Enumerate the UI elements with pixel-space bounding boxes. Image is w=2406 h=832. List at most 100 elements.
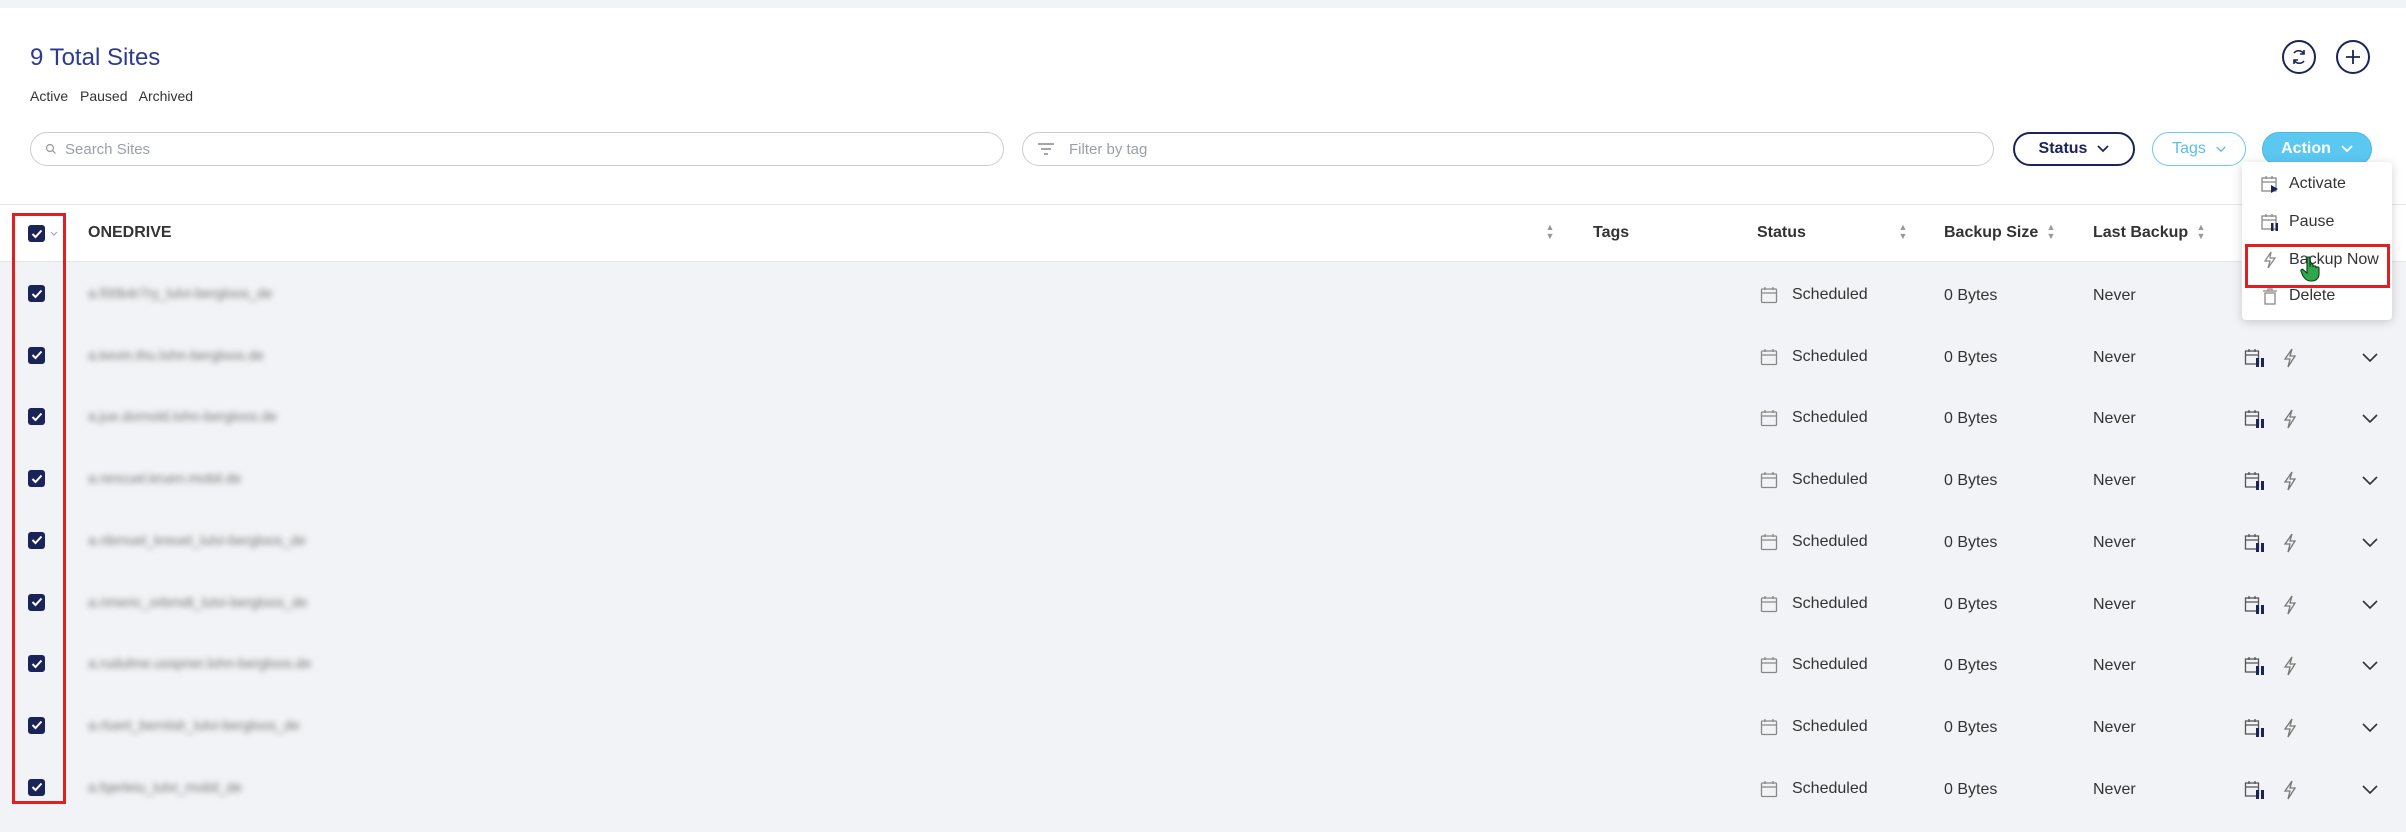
action-dropdown-label: Action [2281,140,2331,157]
site-name[interactable]: a.rudulme.usspner.lohn-bergloos.de [88,655,348,673]
status-text: Scheduled [1792,347,1868,365]
column-header-status[interactable]: Status [1757,224,1806,242]
backup-now-button[interactable] [2282,409,2298,434]
table-row[interactable]: a.f00b4r7ry_lulvi-bergloos_de Scheduled 0 … [0,264,2406,325]
add-site-button[interactable] [2336,40,2370,74]
site-name[interactable]: a.kevin.thu.lohn-bergloos.de [88,347,348,365]
table-row[interactable]: a.rencuel.kruen.mobil.de Scheduled 0 Bytes… [0,449,2406,510]
tags-dropdown-label: Tags [2172,140,2206,157]
row-checkbox[interactable] [28,531,45,549]
chevron-down-icon[interactable] [50,231,58,237]
menu-item-activate[interactable]: Activate [2242,166,2392,202]
checkmark-icon [31,351,42,360]
expand-row-button[interactable] [2362,473,2378,491]
backup-now-button[interactable] [2282,533,2298,558]
table-row[interactable]: a.kevin.thu.lohn-bergloos.de Scheduled 0 B… [0,326,2406,387]
refresh-icon [2293,49,2305,65]
backup-now-button[interactable] [2282,656,2298,681]
row-checkbox[interactable] [28,716,45,734]
backup-now-button[interactable] [2282,471,2298,496]
action-dropdown[interactable]: Action [2262,132,2372,166]
menu-item-label: Pause [2289,213,2335,230]
menu-item-pause[interactable]: Pause [2242,204,2392,240]
search-input[interactable] [63,139,1003,159]
row-checkbox[interactable] [28,285,45,302]
backup-now-button[interactable] [2282,780,2298,805]
checkmark-icon [31,412,42,422]
site-name[interactable]: a.rimeric_orbrndt_lulvi-bergloos_de [88,594,348,612]
row-checkbox[interactable] [28,470,45,488]
column-header-backup-size[interactable]: Backup Size [1944,224,2038,242]
column-header-tags: Tags [1593,224,1630,241]
pause-button[interactable] [2244,471,2266,496]
checkmark-icon [31,659,42,669]
table-row[interactable]: a.nbrnuel_kreuel_lulvi-bergloos_de Schedu… [0,511,2406,572]
table-row[interactable]: a.rimeric_orbrndt_lulvi-bergloos_de Sched… [0,573,2406,634]
table-row[interactable]: a.rluert_bernlstr_lulvi-bergloos_de Sched… [0,696,2406,757]
last-backup: Never [2093,348,2136,366]
backup-size: 0 Bytes [1944,472,1998,490]
sort-icon[interactable]: ▲ ▼ [2196,223,2206,241]
row-checkbox[interactable] [28,408,45,426]
site-name[interactable]: a.rluert_bernlstr_lulvi-bergloos_de [88,717,348,735]
pause-button[interactable] [2244,780,2266,805]
lightning-icon [2283,533,2297,553]
chevron-down-icon [2341,145,2353,153]
site-name[interactable]: a.nbrnuel_kreuel_lulvi-bergloos_de [88,532,348,550]
calendar-icon [1760,657,1778,674]
site-name[interactable]: a.jue.dornold.lohn-bergloos.de [88,408,348,426]
calendar-play-icon [2261,176,2278,193]
filter-icon [1038,143,1054,155]
expand-row-button[interactable] [2362,350,2378,368]
column-header-onedrive[interactable]: ONEDRIVE [88,224,172,242]
filter-active[interactable]: Active [30,88,68,104]
expand-row-button[interactable] [2362,597,2378,615]
calendar-icon [1760,348,1778,365]
select-all-checkbox[interactable] [28,225,45,242]
backup-now-button[interactable] [2282,718,2298,743]
pause-button[interactable] [2244,656,2266,681]
pause-button[interactable] [2244,533,2266,558]
lightning-icon [2283,410,2297,429]
sort-icon[interactable]: ▲ ▼ [2046,223,2056,241]
table-row[interactable]: a.rudulme.usspner.lohn-bergloos.de Schedu… [0,634,2406,695]
expand-row-button[interactable] [2362,411,2378,429]
table-row[interactable]: a.jue.dornold.lohn-bergloos.de Scheduled 0… [0,387,2406,448]
status-dropdown[interactable]: Status [2013,132,2135,166]
status-text: Scheduled [1792,471,1868,489]
lightning-icon [2283,471,2297,491]
tag-filter-input[interactable] [1067,139,1993,159]
search-field[interactable] [30,132,1004,166]
filter-paused[interactable]: Paused [80,88,127,104]
pause-button[interactable] [2244,718,2266,743]
site-name[interactable]: a.rencuel.kruen.mobil.de [88,470,348,488]
expand-row-button[interactable] [2362,782,2378,800]
tag-filter-field[interactable] [1022,132,1994,166]
calendar-icon [1760,595,1778,612]
expand-row-button[interactable] [2362,658,2378,676]
calendar-pause-icon [2244,780,2264,799]
row-checkbox[interactable] [28,593,45,611]
sort-icon[interactable]: ▲ ▼ [1898,223,1908,241]
table-row[interactable]: a.fqerleiu_lulvi_mobil_de Scheduled 0 Byte… [0,758,2406,819]
backup-now-button[interactable] [2282,595,2298,620]
row-checkbox[interactable] [28,346,45,364]
column-header-last-backup[interactable]: Last Backup [2093,224,2188,242]
filter-archived[interactable]: Archived [139,88,193,104]
expand-row-button[interactable] [2362,535,2378,553]
row-checkbox[interactable] [28,778,45,796]
site-name[interactable]: a.fqerleiu_lulvi_mobil_de [88,779,348,797]
checkmark-icon [31,536,42,545]
backup-size: 0 Bytes [1944,718,1998,736]
sort-icon[interactable]: ▲ ▼ [1545,223,1555,241]
refresh-button[interactable] [2282,40,2316,74]
pause-button[interactable] [2244,595,2266,620]
row-checkbox[interactable] [28,655,45,673]
tags-dropdown[interactable]: Tags [2152,132,2246,166]
action-menu: Activate Pause Backup Now Delete [2242,162,2392,320]
expand-row-button[interactable] [2362,720,2378,738]
backup-now-button[interactable] [2282,348,2298,373]
pause-button[interactable] [2244,348,2266,373]
site-name[interactable]: a.f00b4r7ry_lulvi-bergloos_de [88,285,348,303]
pause-button[interactable] [2244,409,2266,434]
